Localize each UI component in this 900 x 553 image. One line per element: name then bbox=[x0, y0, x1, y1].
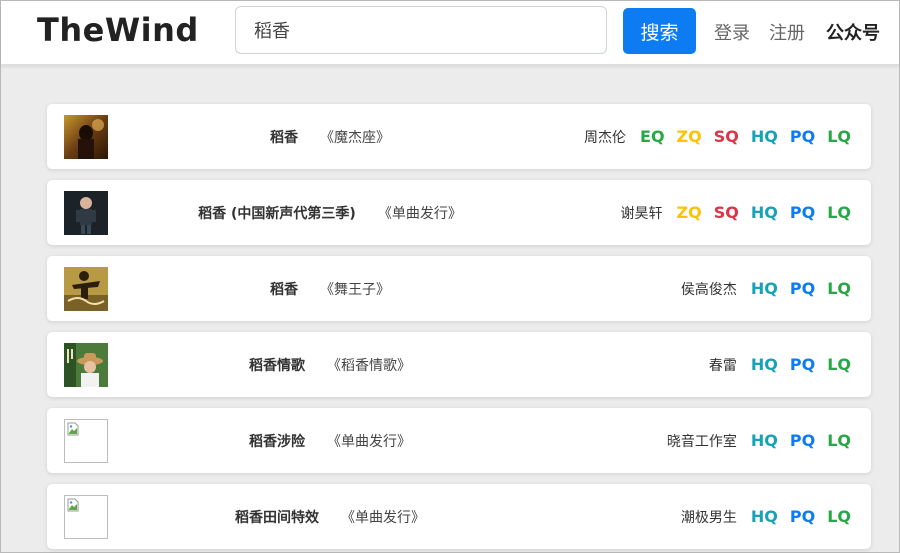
song-info: 稻香情歌 《稻香情歌》 bbox=[109, 332, 551, 397]
quality-hq-link[interactable]: HQ bbox=[751, 507, 778, 526]
quality-pq-link[interactable]: PQ bbox=[790, 127, 815, 146]
song-row[interactable]: 稻香涉险 《单曲发行》 晓音工作室 HQ PQ LQ bbox=[47, 408, 871, 473]
album-cover bbox=[64, 343, 108, 387]
quality-pq-link[interactable]: PQ bbox=[790, 279, 815, 298]
song-artist[interactable]: 谢昊轩 bbox=[621, 203, 663, 223]
quality-pq-link[interactable]: PQ bbox=[790, 355, 815, 374]
song-actions: 春雷 HQ PQ LQ bbox=[709, 332, 851, 397]
song-actions: 晓音工作室 HQ PQ LQ bbox=[667, 408, 851, 473]
quality-lq-link[interactable]: LQ bbox=[827, 203, 851, 222]
song-row[interactable]: 稻香情歌 《稻香情歌》 春雷 HQ PQ LQ bbox=[47, 332, 871, 397]
song-title[interactable]: 稻香情歌 bbox=[249, 355, 305, 375]
broken-image-icon bbox=[64, 495, 108, 539]
quality-lq-link[interactable]: LQ bbox=[827, 127, 851, 146]
song-album[interactable]: 《舞王子》 bbox=[320, 279, 390, 299]
register-link[interactable]: 注册 bbox=[769, 19, 805, 45]
quality-hq-link[interactable]: HQ bbox=[751, 279, 778, 298]
song-artist[interactable]: 晓音工作室 bbox=[667, 431, 737, 451]
album-cover bbox=[64, 191, 108, 235]
quality-pq-link[interactable]: PQ bbox=[790, 507, 815, 526]
quality-hq-link[interactable]: HQ bbox=[751, 355, 778, 374]
broken-image-icon bbox=[64, 419, 108, 463]
song-title[interactable]: 稻香 bbox=[270, 127, 298, 147]
song-artist[interactable]: 周杰伦 bbox=[584, 127, 626, 147]
quality-sq-link[interactable]: SQ bbox=[714, 127, 739, 146]
song-info: 稻香 《舞王子》 bbox=[109, 256, 551, 321]
public-account-link[interactable]: 公众号 bbox=[826, 19, 880, 45]
song-row[interactable]: 稻香 《魔杰座》 周杰伦 EQ ZQ SQ HQ PQ LQ bbox=[47, 104, 871, 169]
song-info: 稻香 《魔杰座》 bbox=[109, 104, 551, 169]
site-logo[interactable]: TheWind bbox=[37, 11, 199, 49]
song-info: 稻香 (中国新声代第三季) 《单曲发行》 bbox=[109, 180, 551, 245]
song-artist[interactable]: 潮极男生 bbox=[681, 507, 737, 527]
song-album[interactable]: 《单曲发行》 bbox=[341, 507, 425, 527]
navbar: TheWind 搜索 登录 注册 公众号 bbox=[1, 1, 899, 65]
quality-sq-link[interactable]: SQ bbox=[714, 203, 739, 222]
song-title[interactable]: 稻香田间特效 bbox=[235, 507, 319, 527]
quality-hq-link[interactable]: HQ bbox=[751, 431, 778, 450]
song-album[interactable]: 《单曲发行》 bbox=[378, 203, 462, 223]
song-title[interactable]: 稻香涉险 bbox=[249, 431, 305, 451]
quality-lq-link[interactable]: LQ bbox=[827, 431, 851, 450]
song-actions: 潮极男生 HQ PQ LQ bbox=[681, 484, 851, 549]
quality-eq-link[interactable]: EQ bbox=[640, 127, 665, 146]
song-actions: 侯高俊杰 HQ PQ LQ bbox=[681, 256, 851, 321]
song-info: 稻香田间特效 《单曲发行》 bbox=[109, 484, 551, 549]
song-row[interactable]: 稻香 《舞王子》 侯高俊杰 HQ PQ LQ bbox=[47, 256, 871, 321]
search-input[interactable] bbox=[235, 6, 607, 54]
song-info: 稻香涉险 《单曲发行》 bbox=[109, 408, 551, 473]
search-button[interactable]: 搜索 bbox=[623, 8, 696, 54]
song-title[interactable]: 稻香 (中国新声代第三季) bbox=[198, 203, 356, 223]
song-artist[interactable]: 侯高俊杰 bbox=[681, 279, 737, 299]
album-cover bbox=[64, 115, 108, 159]
song-artist[interactable]: 春雷 bbox=[709, 355, 737, 375]
song-album[interactable]: 《稻香情歌》 bbox=[327, 355, 411, 375]
quality-zq-link[interactable]: ZQ bbox=[677, 127, 702, 146]
song-row[interactable]: 稻香田间特效 《单曲发行》 潮极男生 HQ PQ LQ bbox=[47, 484, 871, 549]
quality-pq-link[interactable]: PQ bbox=[790, 431, 815, 450]
quality-lq-link[interactable]: LQ bbox=[827, 355, 851, 374]
login-link[interactable]: 登录 bbox=[714, 19, 750, 45]
quality-hq-link[interactable]: HQ bbox=[751, 203, 778, 222]
song-actions: 谢昊轩 ZQ SQ HQ PQ LQ bbox=[621, 180, 851, 245]
song-album[interactable]: 《单曲发行》 bbox=[327, 431, 411, 451]
quality-lq-link[interactable]: LQ bbox=[827, 507, 851, 526]
quality-hq-link[interactable]: HQ bbox=[751, 127, 778, 146]
song-actions: 周杰伦 EQ ZQ SQ HQ PQ LQ bbox=[584, 104, 851, 169]
song-row[interactable]: 稻香 (中国新声代第三季) 《单曲发行》 谢昊轩 ZQ SQ HQ PQ LQ bbox=[47, 180, 871, 245]
quality-lq-link[interactable]: LQ bbox=[827, 279, 851, 298]
song-album[interactable]: 《魔杰座》 bbox=[320, 127, 390, 147]
album-cover bbox=[64, 267, 108, 311]
quality-pq-link[interactable]: PQ bbox=[790, 203, 815, 222]
song-title[interactable]: 稻香 bbox=[270, 279, 298, 299]
quality-zq-link[interactable]: ZQ bbox=[677, 203, 702, 222]
